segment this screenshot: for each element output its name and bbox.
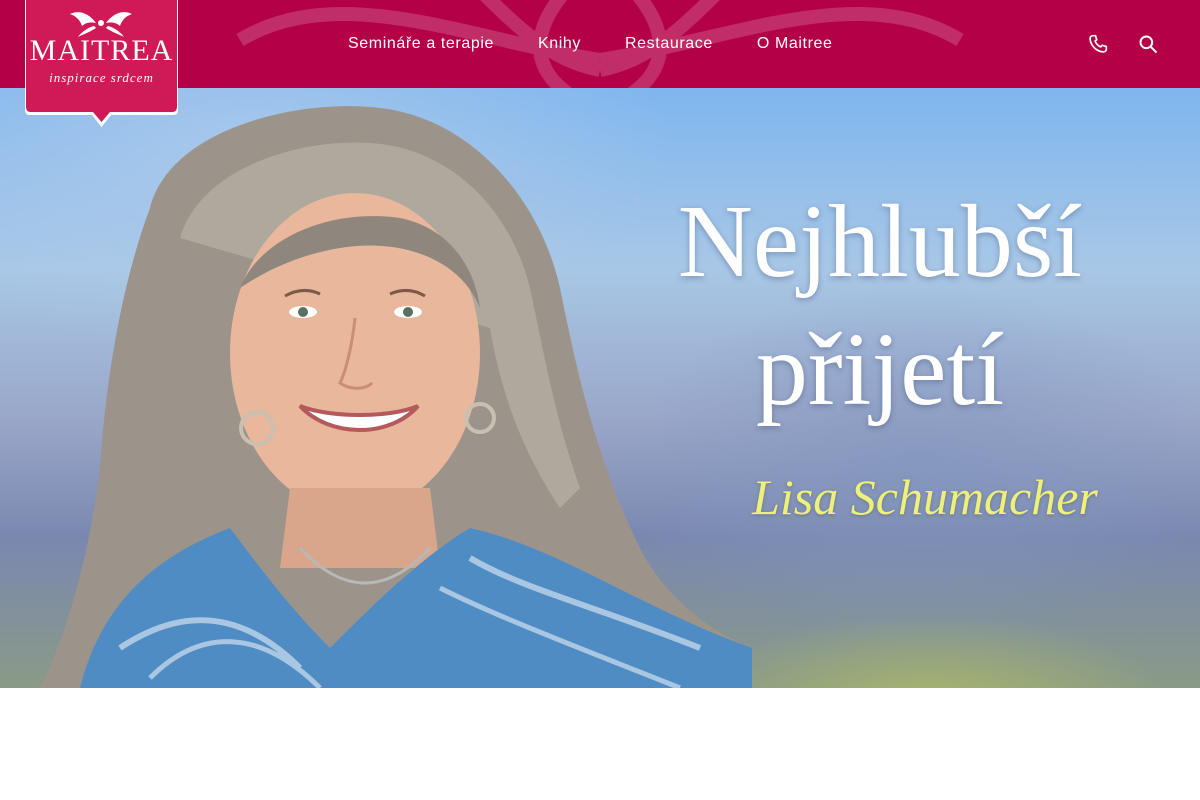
phone-button[interactable] [1086, 32, 1110, 56]
nav-item-restaurant[interactable]: Restaurace [603, 35, 735, 53]
phone-icon [1089, 34, 1108, 53]
site-logo[interactable]: MAITREA inspirace srdcem [25, 0, 178, 130]
hero-title-line-1: Nejhlubší [677, 184, 1083, 299]
search-icon [1139, 35, 1157, 53]
header-actions [1086, 0, 1160, 88]
nav-item-books[interactable]: Knihy [516, 35, 603, 53]
hero-title-line-2: přijetí [755, 312, 1005, 427]
hero-banner[interactable]: Nejhlubší přijetí Lisa Schumacher [0, 88, 1200, 688]
logo-tagline: inspirace srdcem [49, 70, 154, 85]
hero-title: Nejhlubší přijetí [600, 178, 1160, 434]
site-header: Semináře a terapie Knihy Restaurace O Ma… [0, 0, 1200, 88]
nav-item-seminars[interactable]: Semináře a terapie [326, 35, 516, 53]
logo-name: MAITREA [29, 34, 174, 67]
main-nav: Semináře a terapie Knihy Restaurace O Ma… [326, 0, 855, 88]
nav-item-about[interactable]: O Maitree [735, 35, 855, 53]
search-button[interactable] [1136, 32, 1160, 56]
hero-author: Lisa Schumacher [752, 469, 1098, 525]
